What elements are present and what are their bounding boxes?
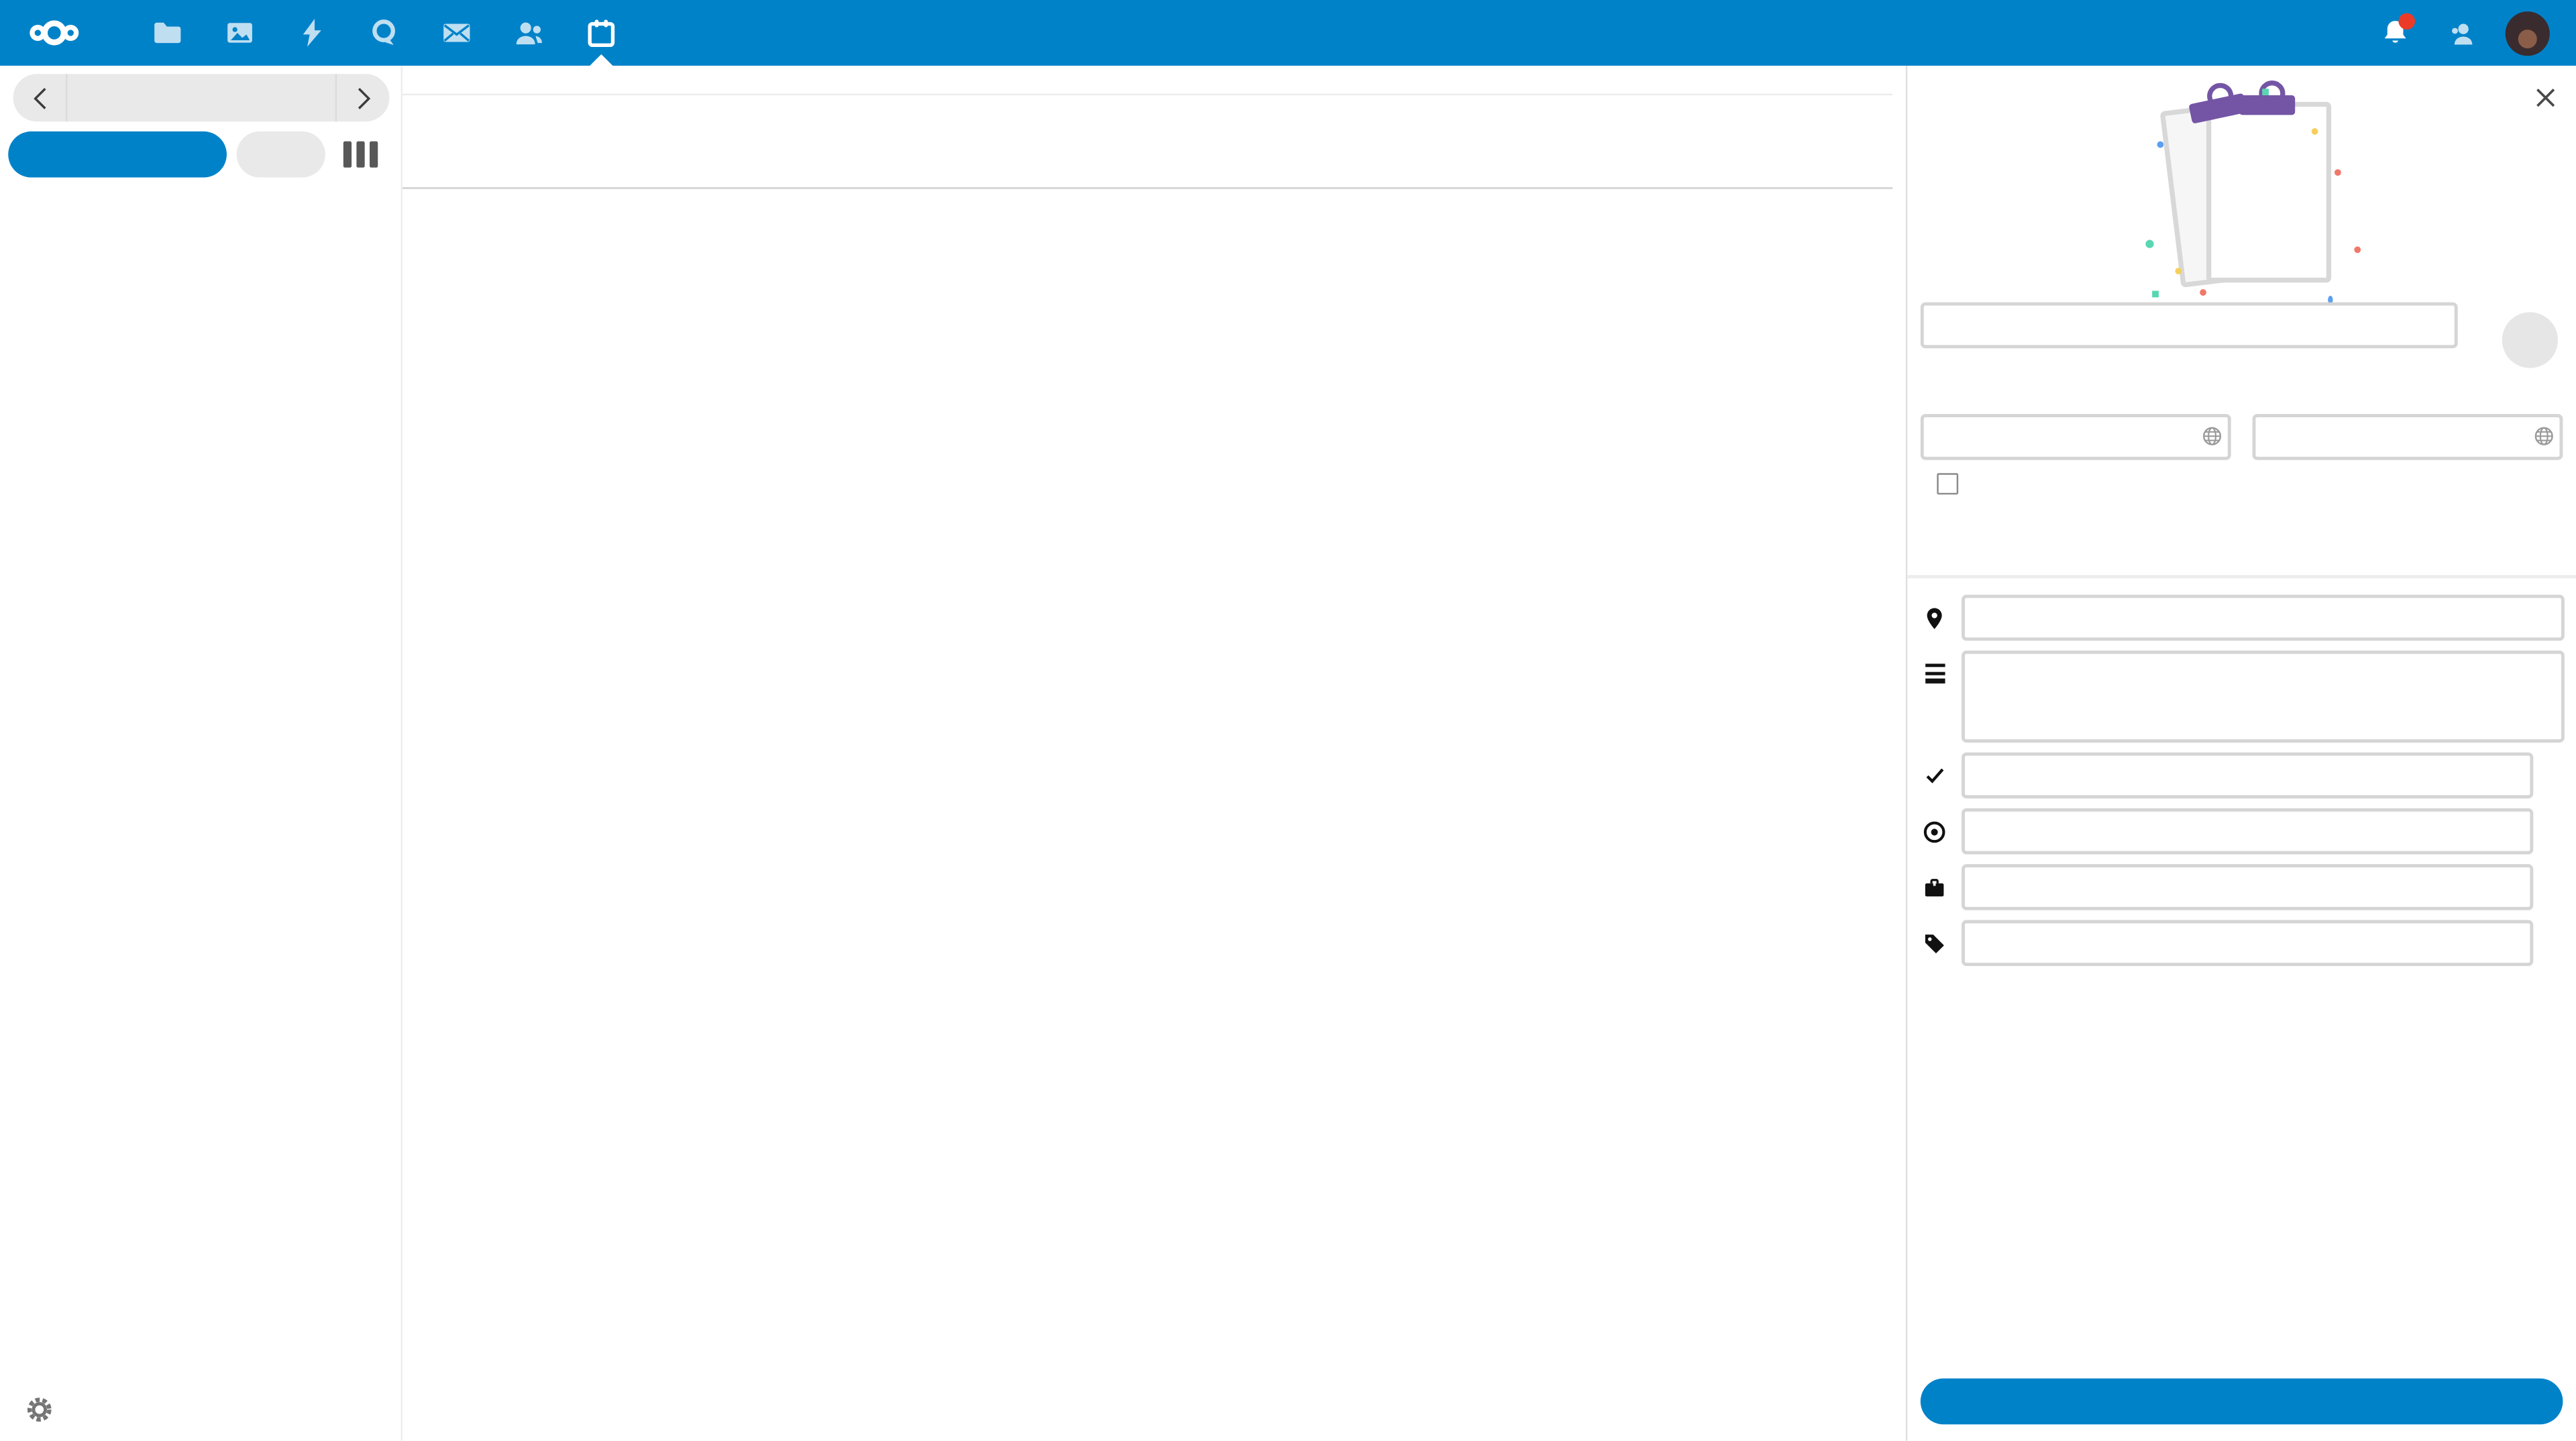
checkbox[interactable]	[1937, 473, 1958, 494]
update-button[interactable]	[1921, 1379, 2563, 1425]
visibility-eye-icon	[1907, 819, 1962, 844]
gear-icon	[26, 1397, 52, 1423]
notifications-bell-icon[interactable]	[2363, 0, 2428, 66]
categories-input[interactable]	[1962, 920, 2533, 966]
files-app-icon[interactable]	[131, 0, 204, 66]
calendar-app-icon[interactable]	[565, 0, 637, 66]
description-icon	[1907, 651, 1962, 683]
event-editor-panel	[1906, 66, 2576, 1441]
freebusy-briefcase-icon	[1907, 875, 1962, 900]
event-illustration	[1907, 79, 2576, 289]
contacts-app-icon[interactable]	[493, 0, 566, 66]
freebusy-select[interactable]	[1962, 864, 2533, 910]
top-navbar	[0, 0, 2576, 66]
notification-badge	[2399, 13, 2415, 30]
visibility-select[interactable]	[1962, 808, 2533, 855]
next-week-button[interactable]	[335, 74, 390, 121]
time-gutter	[402, 189, 476, 1441]
event-title-input[interactable]	[1921, 303, 2458, 349]
day-header-row	[402, 66, 1892, 95]
activity-app-icon[interactable]	[276, 0, 348, 66]
timezone-globe-icon[interactable]	[2202, 425, 2223, 455]
all-day-label	[402, 95, 476, 187]
status-check-icon	[1907, 764, 1962, 787]
start-date-input[interactable]	[1921, 414, 2231, 460]
calendar-week-view	[402, 66, 1906, 1441]
timezone-globe-icon[interactable]	[2533, 425, 2555, 455]
sidebar	[0, 66, 402, 1441]
contacts-menu-icon[interactable]	[2428, 0, 2494, 66]
location-input[interactable]	[1962, 595, 2565, 641]
nextcloud-calendar-app	[0, 0, 2576, 1441]
description-textarea[interactable]	[1962, 651, 2565, 743]
location-pin-icon	[1907, 605, 1962, 630]
all-day-checkbox[interactable]	[1924, 473, 1972, 494]
week-view-toggle-icon[interactable]	[343, 142, 388, 168]
time-gutter-header	[402, 66, 476, 94]
editor-tabs	[1907, 513, 2576, 578]
week-navigation	[13, 74, 390, 121]
categories-tag-icon	[1907, 930, 1962, 955]
mail-app-icon[interactable]	[421, 0, 493, 66]
end-date-input[interactable]	[2253, 414, 2563, 460]
user-avatar[interactable]	[2494, 0, 2560, 66]
settings-and-import[interactable]	[0, 1391, 94, 1428]
more-actions-button[interactable]	[2502, 312, 2558, 368]
today-button[interactable]	[237, 131, 325, 178]
photos-app-icon[interactable]	[204, 0, 276, 66]
talk-app-icon[interactable]	[348, 0, 421, 66]
all-day-row	[402, 95, 1892, 189]
new-event-button[interactable]	[8, 131, 227, 178]
status-select[interactable]	[1962, 753, 2533, 799]
time-grid	[402, 189, 1892, 1441]
nextcloud-logo-icon[interactable]	[16, 0, 92, 66]
previous-week-button[interactable]	[13, 74, 68, 121]
